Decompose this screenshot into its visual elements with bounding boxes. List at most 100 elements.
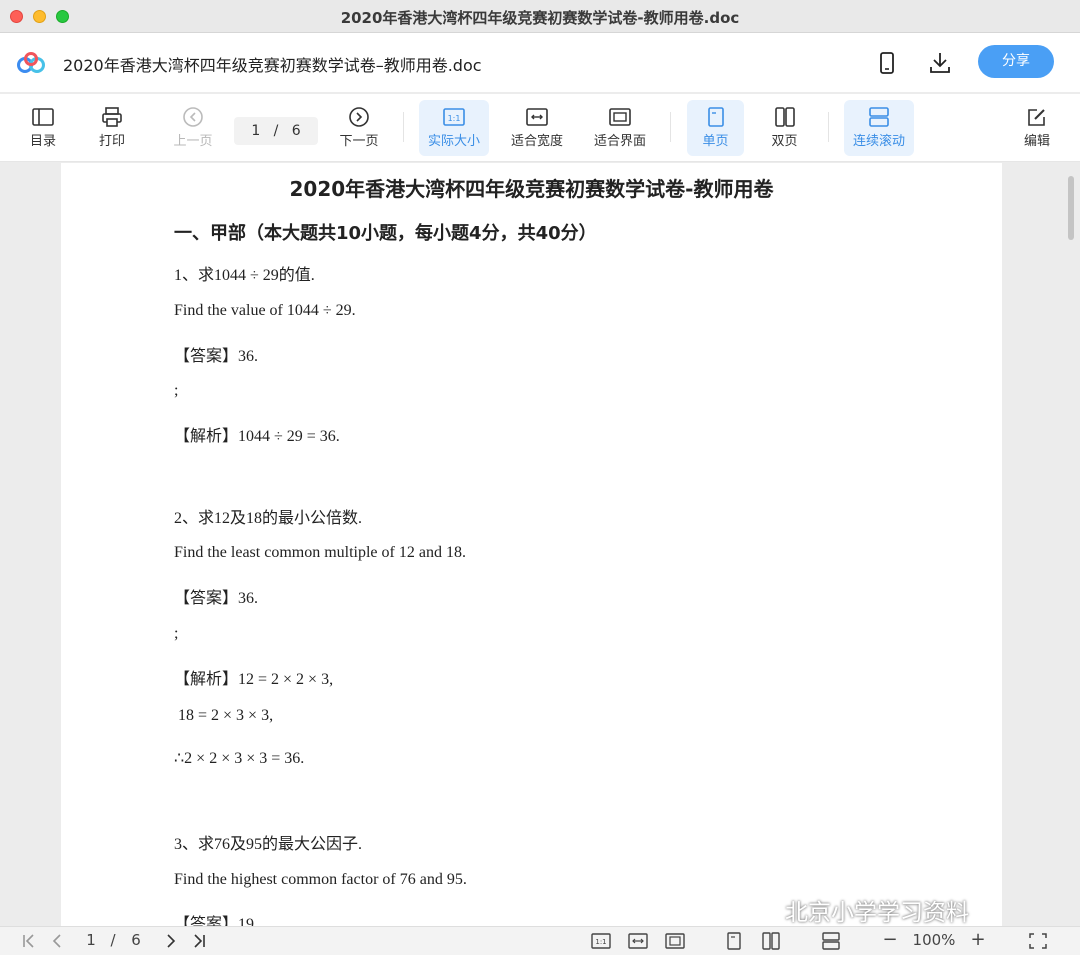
actual-size-icon: 1:1 — [443, 108, 465, 126]
toolbar-divider — [670, 112, 671, 142]
zoom-in-button[interactable]: + — [968, 931, 988, 951]
double-page-icon — [774, 107, 795, 127]
chevron-right-circle-icon — [349, 107, 369, 127]
fullscreen-button[interactable] — [1027, 931, 1049, 951]
svg-text:1:1: 1:1 — [448, 114, 461, 123]
watermark: 北京小学学习资料 — [785, 900, 969, 926]
first-page-button[interactable] — [18, 931, 40, 951]
first-page-icon — [23, 934, 34, 948]
doc-line: 【答案】36. — [174, 348, 259, 365]
bottom-actual-size-button[interactable]: 1:1 — [590, 931, 612, 951]
print-label: 打印 — [98, 134, 125, 149]
fit-width-label: 适合宽度 — [510, 134, 563, 149]
doc-line: Find the least common multiple of 12 and… — [174, 544, 466, 561]
single-page-icon — [707, 107, 724, 127]
prev-page-small-button[interactable] — [46, 931, 68, 951]
page-indicator[interactable]: 1 / 6 — [234, 117, 318, 145]
doc-line: Find the highest common factor of 76 and… — [174, 871, 467, 888]
doc-line: 3、求76及95的最大公因子. — [174, 836, 363, 853]
fit-screen-icon — [609, 108, 631, 126]
document-page: 2020年香港大湾杯四年级竞赛初赛数学试卷-教师用卷 一、甲部（本大题共10小题… — [61, 163, 1002, 926]
continuous-scroll-icon — [822, 932, 840, 950]
doc-line: 18 = 2 × 3 × 3, — [178, 707, 274, 724]
print-button[interactable]: 打印 — [77, 100, 147, 156]
svg-text:1:1: 1:1 — [595, 938, 606, 946]
phone-icon[interactable] — [874, 49, 900, 77]
current-page: 1 — [251, 123, 261, 139]
edit-button[interactable]: 编辑 — [1002, 100, 1072, 156]
fit-width-button[interactable]: 适合宽度 — [502, 100, 572, 156]
chevron-right-icon — [167, 934, 176, 948]
last-page-icon — [194, 934, 205, 948]
chevron-left-circle-icon — [183, 107, 203, 127]
total-pages: 6 — [291, 123, 301, 139]
doc-line: ; — [174, 382, 179, 399]
doc-line: 【解析】1044 ÷ 29 = 36. — [174, 428, 340, 445]
zoom-out-button[interactable]: − — [880, 931, 900, 951]
last-page-button[interactable] — [188, 931, 210, 951]
fit-screen-icon — [665, 933, 685, 949]
doc-line: 1、求1044 ÷ 29的值. — [174, 267, 315, 284]
baidu-cloud-logo-icon — [17, 52, 45, 73]
prev-page-label: 上一页 — [173, 134, 213, 149]
doc-line: 【答案】19. — [174, 916, 259, 926]
fullscreen-icon — [1029, 933, 1047, 949]
printer-icon — [102, 107, 122, 127]
fit-width-icon — [526, 108, 548, 126]
page-separator: / — [273, 123, 279, 139]
doc-line: 【解析】12 = 2 × 2 × 3, — [174, 671, 334, 688]
actual-size-button[interactable]: 1:1 实际大小 — [419, 100, 489, 156]
single-page-icon — [727, 932, 741, 950]
single-page-button[interactable]: 单页 — [687, 100, 744, 156]
single-page-label: 单页 — [702, 134, 729, 149]
edit-icon — [1028, 109, 1045, 126]
doc-line: 2、求12及18的最小公倍数. — [174, 510, 363, 527]
toc-icon — [32, 108, 54, 126]
doc-line: Find the value of 1044 ÷ 29. — [174, 302, 356, 319]
window-titlebar: 2020年香港大湾杯四年级竞赛初赛数学试卷-教师用卷.doc — [0, 0, 1080, 33]
fit-screen-label: 适合界面 — [593, 134, 646, 149]
scrollbar-thumb[interactable] — [1068, 176, 1074, 240]
next-page-label: 下一页 — [339, 134, 379, 149]
app-header: 2020年香港大湾杯四年级竞赛初赛数学试卷–教师用卷.doc 分享 — [0, 33, 1080, 93]
double-page-label: 双页 — [771, 134, 798, 149]
fit-screen-button[interactable]: 适合界面 — [585, 100, 655, 156]
bottom-page-separator: / — [110, 931, 116, 949]
document-viewport[interactable]: 2020年香港大湾杯四年级竞赛初赛数学试卷-教师用卷 一、甲部（本大题共10小题… — [0, 163, 1080, 926]
doc-line: ; — [174, 625, 179, 642]
double-page-icon — [762, 932, 780, 950]
bottom-continuous-scroll-button[interactable] — [820, 931, 842, 951]
doc-line: ∴2 × 2 × 3 × 3 = 36. — [174, 750, 305, 767]
double-page-button[interactable]: 双页 — [756, 100, 813, 156]
zoom-level[interactable]: 100% — [908, 931, 960, 951]
doc-line: 【答案】36. — [174, 590, 259, 607]
bottom-fit-screen-button[interactable] — [664, 931, 686, 951]
continuous-scroll-label: 连续滚动 — [852, 134, 905, 149]
toolbar-divider — [403, 112, 404, 142]
next-page-small-button[interactable] — [160, 931, 182, 951]
continuous-scroll-icon — [869, 107, 889, 127]
chevron-left-icon — [52, 934, 61, 948]
continuous-scroll-button[interactable]: 连续滚动 — [844, 100, 914, 156]
actual-size-label: 实际大小 — [427, 134, 480, 149]
vertical-scrollbar[interactable] — [1063, 170, 1077, 922]
edit-label: 编辑 — [1023, 134, 1050, 149]
bottom-single-page-button[interactable] — [723, 931, 745, 951]
bottom-fit-width-button[interactable] — [627, 931, 649, 951]
share-button[interactable]: 分享 — [978, 45, 1054, 78]
section-heading: 一、甲部（本大题共10小题，每小题4分，共40分） — [174, 223, 597, 244]
document-title: 2020年香港大湾杯四年级竞赛初赛数学试卷–教师用卷.doc — [63, 56, 482, 75]
bottom-total-pages: 6 — [131, 931, 141, 949]
actual-size-icon: 1:1 — [591, 933, 611, 949]
prev-page-button[interactable]: 上一页 — [158, 100, 228, 156]
bottom-bar: 1 / 6 1:1 − 100% + — [0, 926, 1080, 955]
toolbar: 目录 打印 上一页 下一页 1:1 实际大小 适合宽度 适合界面 单页 双页 连… — [0, 94, 1080, 162]
next-page-button[interactable]: 下一页 — [324, 100, 394, 156]
toolbar-divider — [828, 112, 829, 142]
toc-button[interactable]: 目录 — [8, 100, 78, 156]
fit-width-icon — [628, 933, 648, 949]
bottom-double-page-button[interactable] — [760, 931, 782, 951]
bottom-current-page[interactable]: 1 — [82, 931, 100, 951]
window-title: 2020年香港大湾杯四年级竞赛初赛数学试卷-教师用卷.doc — [340, 9, 740, 27]
download-icon[interactable] — [927, 49, 953, 77]
